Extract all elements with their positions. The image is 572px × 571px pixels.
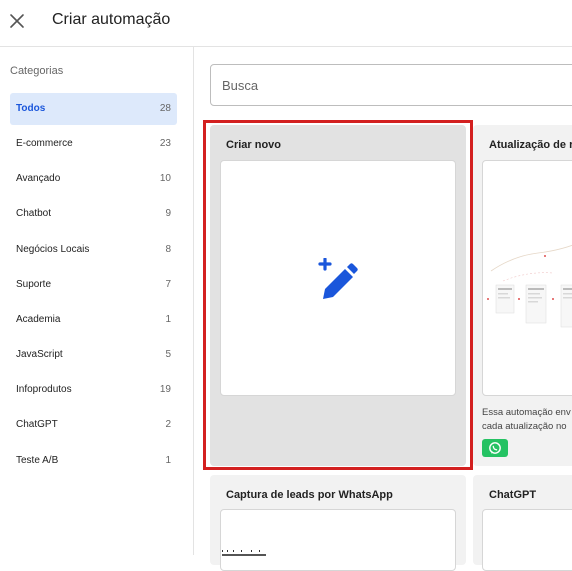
search-box bbox=[210, 64, 572, 106]
category-count: 10 bbox=[159, 173, 171, 184]
category-count: 8 bbox=[165, 244, 171, 255]
category-item-avancado[interactable]: Avançado 10 bbox=[10, 163, 177, 195]
card-chatgpt[interactable]: ChatGPT bbox=[473, 475, 572, 571]
whatsapp-icon bbox=[482, 439, 508, 457]
card-preview-flow bbox=[482, 160, 572, 396]
category-item-negocios-locais[interactable]: Negócios Locais 8 bbox=[10, 234, 177, 266]
flow-preview-thumbnail bbox=[487, 244, 572, 328]
categories-heading: Categorias bbox=[10, 65, 64, 77]
category-label: E-commerce bbox=[16, 138, 73, 149]
category-item-infoprodutos[interactable]: Infoprodutos 19 bbox=[10, 374, 177, 406]
card-title: ChatGPT bbox=[489, 489, 537, 501]
category-label: ChatGPT bbox=[16, 419, 58, 430]
card-preview-flow bbox=[220, 509, 456, 571]
category-count: 9 bbox=[165, 208, 171, 219]
header: Criar automação bbox=[0, 0, 572, 47]
flow-preview-thumbnail bbox=[222, 550, 266, 556]
category-count: 2 bbox=[165, 419, 171, 430]
selection-highlight bbox=[203, 120, 473, 470]
close-icon[interactable] bbox=[8, 12, 26, 30]
page-title: Criar automação bbox=[52, 11, 171, 28]
category-sidebar: Categorias Todos 28 E-commerce 23 Avança… bbox=[0, 47, 194, 555]
category-label: Chatbot bbox=[16, 208, 52, 219]
category-count: 5 bbox=[165, 349, 171, 360]
search-input[interactable] bbox=[220, 77, 564, 94]
category-item-javascript[interactable]: JavaScript 5 bbox=[10, 339, 177, 371]
category-item-ecommerce[interactable]: E-commerce 23 bbox=[10, 128, 177, 160]
category-label: Avançado bbox=[16, 173, 61, 184]
card-description: cada atualização no bbox=[482, 421, 567, 432]
category-label: Negócios Locais bbox=[16, 244, 90, 255]
category-count: 23 bbox=[159, 138, 171, 149]
category-item-todos[interactable]: Todos 28 bbox=[10, 93, 177, 125]
card-description: Essa automação env bbox=[482, 407, 571, 418]
category-count: 7 bbox=[165, 279, 171, 290]
category-label: Academia bbox=[16, 314, 61, 325]
category-count: 1 bbox=[165, 314, 171, 325]
category-item-suporte[interactable]: Suporte 7 bbox=[10, 269, 177, 301]
category-label: Suporte bbox=[16, 279, 52, 290]
category-item-teste-ab[interactable]: Teste A/B 1 bbox=[10, 445, 177, 477]
category-label: JavaScript bbox=[16, 349, 63, 360]
card-title: Captura de leads por WhatsApp bbox=[226, 489, 393, 501]
card-captura-leads[interactable]: Captura de leads por WhatsApp bbox=[210, 475, 466, 571]
category-count: 19 bbox=[159, 384, 171, 395]
category-item-chatgpt[interactable]: ChatGPT 2 bbox=[10, 409, 177, 441]
card-preview-flow bbox=[482, 509, 572, 571]
category-label: Infoprodutos bbox=[16, 384, 72, 395]
category-item-chatbot[interactable]: Chatbot 9 bbox=[10, 198, 177, 230]
category-count: 28 bbox=[159, 103, 171, 114]
card-title: Atualização de r bbox=[489, 139, 572, 151]
category-label: Todos bbox=[16, 103, 46, 114]
category-count: 1 bbox=[165, 455, 171, 466]
category-label: Teste A/B bbox=[16, 455, 59, 466]
category-item-academia[interactable]: Academia 1 bbox=[10, 304, 177, 336]
